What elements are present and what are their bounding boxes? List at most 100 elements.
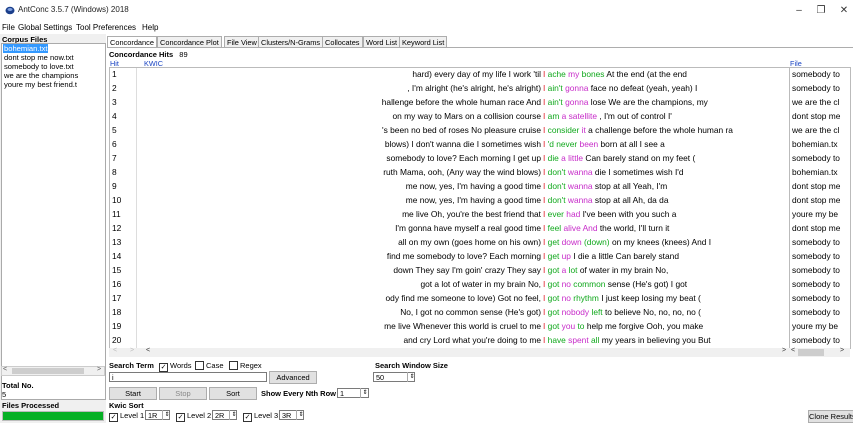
spinner-icon[interactable]: ⇕	[296, 410, 305, 420]
maximize-button[interactable]: ❐	[810, 3, 832, 19]
file-cell[interactable]: somebody to	[792, 293, 840, 307]
level2-checkbox[interactable]: ✓	[176, 411, 185, 422]
table-row[interactable]: 1 hard) every day of my life I work 'til I…	[110, 68, 789, 82]
right-context-text: Can barely stand on my feet (	[585, 153, 696, 163]
scroll-right-icon[interactable]: >	[782, 347, 786, 354]
file-cell[interactable]: bohemian.tx	[792, 139, 838, 153]
hit-number: 14	[112, 251, 122, 261]
file-cell[interactable]: bohemian.tx	[792, 167, 838, 181]
scroll-right-icon[interactable]: >	[840, 347, 844, 354]
corpus-file-list[interactable]: bohemian.txt dont stop me now.txt somebo…	[1, 43, 106, 400]
scrollbar-thumb[interactable]	[12, 368, 84, 374]
scroll-left-icon[interactable]: <	[3, 366, 7, 373]
minimize-button[interactable]: –	[788, 3, 810, 19]
file-cell[interactable]: dont stop me	[792, 111, 840, 125]
corpus-file-item[interactable]: somebody to love.txt	[3, 62, 75, 71]
table-row[interactable]: 6 blows) I don't wanna die I sometimes wi…	[110, 138, 789, 152]
file-cell[interactable]: dont stop me	[792, 223, 840, 237]
stop-button[interactable]: Stop	[159, 387, 207, 400]
sort-button[interactable]: Sort	[209, 387, 257, 400]
table-row[interactable]: 12 I'm gonna have myself a real good time…	[110, 222, 789, 236]
table-row[interactable]: 9 me now, yes, I'm having a good time I do…	[110, 180, 789, 194]
corpus-file-item[interactable]: dont stop me now.txt	[3, 53, 75, 62]
file-cell[interactable]: somebody to	[792, 83, 840, 97]
left-context: I'm gonna have myself a real good time	[395, 223, 541, 233]
close-button[interactable]: ✕	[833, 3, 853, 19]
right-context: I feel alive And the world, I'll turn it	[543, 223, 669, 233]
collocate-2r: been	[579, 139, 599, 149]
right-context-text: , I'm out of control I'	[599, 111, 672, 121]
table-row[interactable]: 4 on my way to Mars on a collision course…	[110, 110, 789, 124]
keyword: I	[543, 181, 546, 191]
file-cell[interactable]: we are the cl	[792, 125, 839, 139]
table-row[interactable]: 14 find me somebody to love? Each morning…	[110, 250, 789, 264]
spinner-icon[interactable]: ⇕	[360, 388, 369, 398]
file-cell[interactable]: somebody to	[792, 153, 840, 167]
file-cell[interactable]: somebody to	[792, 307, 840, 321]
left-context: , I'm alright (he's alright, he's alrigh…	[407, 83, 541, 93]
menu-tool-preferences[interactable]: Tool Preferences	[76, 23, 136, 32]
spinner-icon[interactable]: ⇕	[229, 410, 238, 420]
hit-number: 11	[112, 209, 121, 219]
menu-help[interactable]: Help	[142, 23, 158, 32]
table-row[interactable]: 10 me now, yes, I'm having a good time I d…	[110, 194, 789, 208]
table-row[interactable]: 2 , I'm alright (he's alright, he's alrig…	[110, 82, 789, 96]
scroll-left-icon[interactable]: <	[791, 347, 795, 354]
concordance-table[interactable]: 1 hard) every day of my life I work 'til I…	[109, 67, 790, 349]
level1-checkbox[interactable]: ✓	[109, 411, 118, 422]
spinner-icon[interactable]: ⇕	[162, 410, 171, 420]
table-row[interactable]: 15 down They say I'm goin' crazy They say…	[110, 264, 789, 278]
file-cell[interactable]: youre my be	[792, 321, 838, 335]
table-row[interactable]: 8 ruth Mama, ooh, (Any way the wind blows…	[110, 166, 789, 180]
corpus-file-item[interactable]: bohemian.txt	[3, 44, 49, 53]
left-context: all on my own (goes home on his own)	[398, 237, 541, 247]
menu-global-settings[interactable]: Global Settings	[18, 23, 72, 32]
case-checkbox[interactable]	[195, 361, 204, 371]
corpus-file-item[interactable]: youre my best friend.t	[3, 80, 78, 89]
keyword: I	[543, 139, 546, 149]
right-context: I die a little Can barely stand on my fe…	[543, 153, 695, 163]
file-cell[interactable]: we are the cl	[792, 97, 839, 111]
kwic-hscrollbar[interactable]	[109, 348, 789, 357]
table-row[interactable]: 18 No, I got no common sense (He's got) I …	[110, 306, 789, 320]
table-row[interactable]: 13 all on my own (goes home on his own) I …	[110, 236, 789, 250]
hit-number: 12	[112, 223, 122, 233]
scroll-left-icon[interactable]: <	[146, 347, 150, 354]
file-cell[interactable]: somebody to	[792, 335, 840, 348]
scroll-left-icon[interactable]: <	[113, 347, 117, 354]
table-row[interactable]: 11 me live Oh, you're the best friend tha…	[110, 208, 789, 222]
scrollbar-thumb[interactable]	[798, 349, 824, 356]
start-button[interactable]: Start	[109, 387, 157, 400]
table-row[interactable]: 7 somebody to love? Each morning I get up…	[110, 152, 789, 166]
spinner-icon[interactable]: ⇕	[407, 372, 416, 382]
file-cell[interactable]: dont stop me	[792, 195, 840, 209]
menu-file[interactable]: File	[2, 23, 15, 32]
advanced-button[interactable]: Advanced	[269, 371, 317, 384]
clone-results-button[interactable]: Clone Results	[808, 410, 853, 423]
scroll-right-icon[interactable]: >	[130, 347, 134, 354]
file-cell[interactable]: somebody to	[792, 237, 840, 251]
file-cell[interactable]: somebody to	[792, 251, 840, 265]
file-cell[interactable]: dont stop me	[792, 181, 840, 195]
collocate-1r: don't	[547, 167, 566, 177]
file-cell[interactable]: somebody to	[792, 265, 840, 279]
file-cell[interactable]: somebody to	[792, 69, 840, 83]
table-row[interactable]: 17 ody find me someone to love) Got no fe…	[110, 292, 789, 306]
collocate-2r: alive And	[563, 223, 598, 233]
table-row[interactable]: 20 and cry Lord what you're doing to me I …	[110, 334, 789, 348]
search-window-size-label: Search Window Size	[375, 361, 448, 370]
file-cell[interactable]: youre my be	[792, 209, 838, 223]
corpus-file-item[interactable]: we are the champions	[3, 71, 79, 80]
table-row[interactable]: 19 me live Whenever this world is cruel t…	[110, 320, 789, 334]
table-row[interactable]: 5 's been no bed of roses No pleasure cru…	[110, 124, 789, 138]
scroll-right-icon[interactable]: >	[97, 366, 101, 373]
file-column[interactable]: somebody to somebody to we are the cl dont …	[789, 67, 851, 349]
search-term-input[interactable]: i	[109, 372, 267, 382]
table-row[interactable]: 3 hallenge before the whole human race An…	[110, 96, 789, 110]
level1-label: Level 1	[120, 411, 145, 420]
level3-checkbox[interactable]: ✓	[243, 411, 252, 422]
table-row[interactable]: 16 got a lot of water in my brain No, I go…	[110, 278, 789, 292]
file-cell[interactable]: somebody to	[792, 279, 840, 293]
regex-checkbox[interactable]	[229, 361, 238, 371]
words-checkbox[interactable]: ✓	[159, 361, 168, 372]
